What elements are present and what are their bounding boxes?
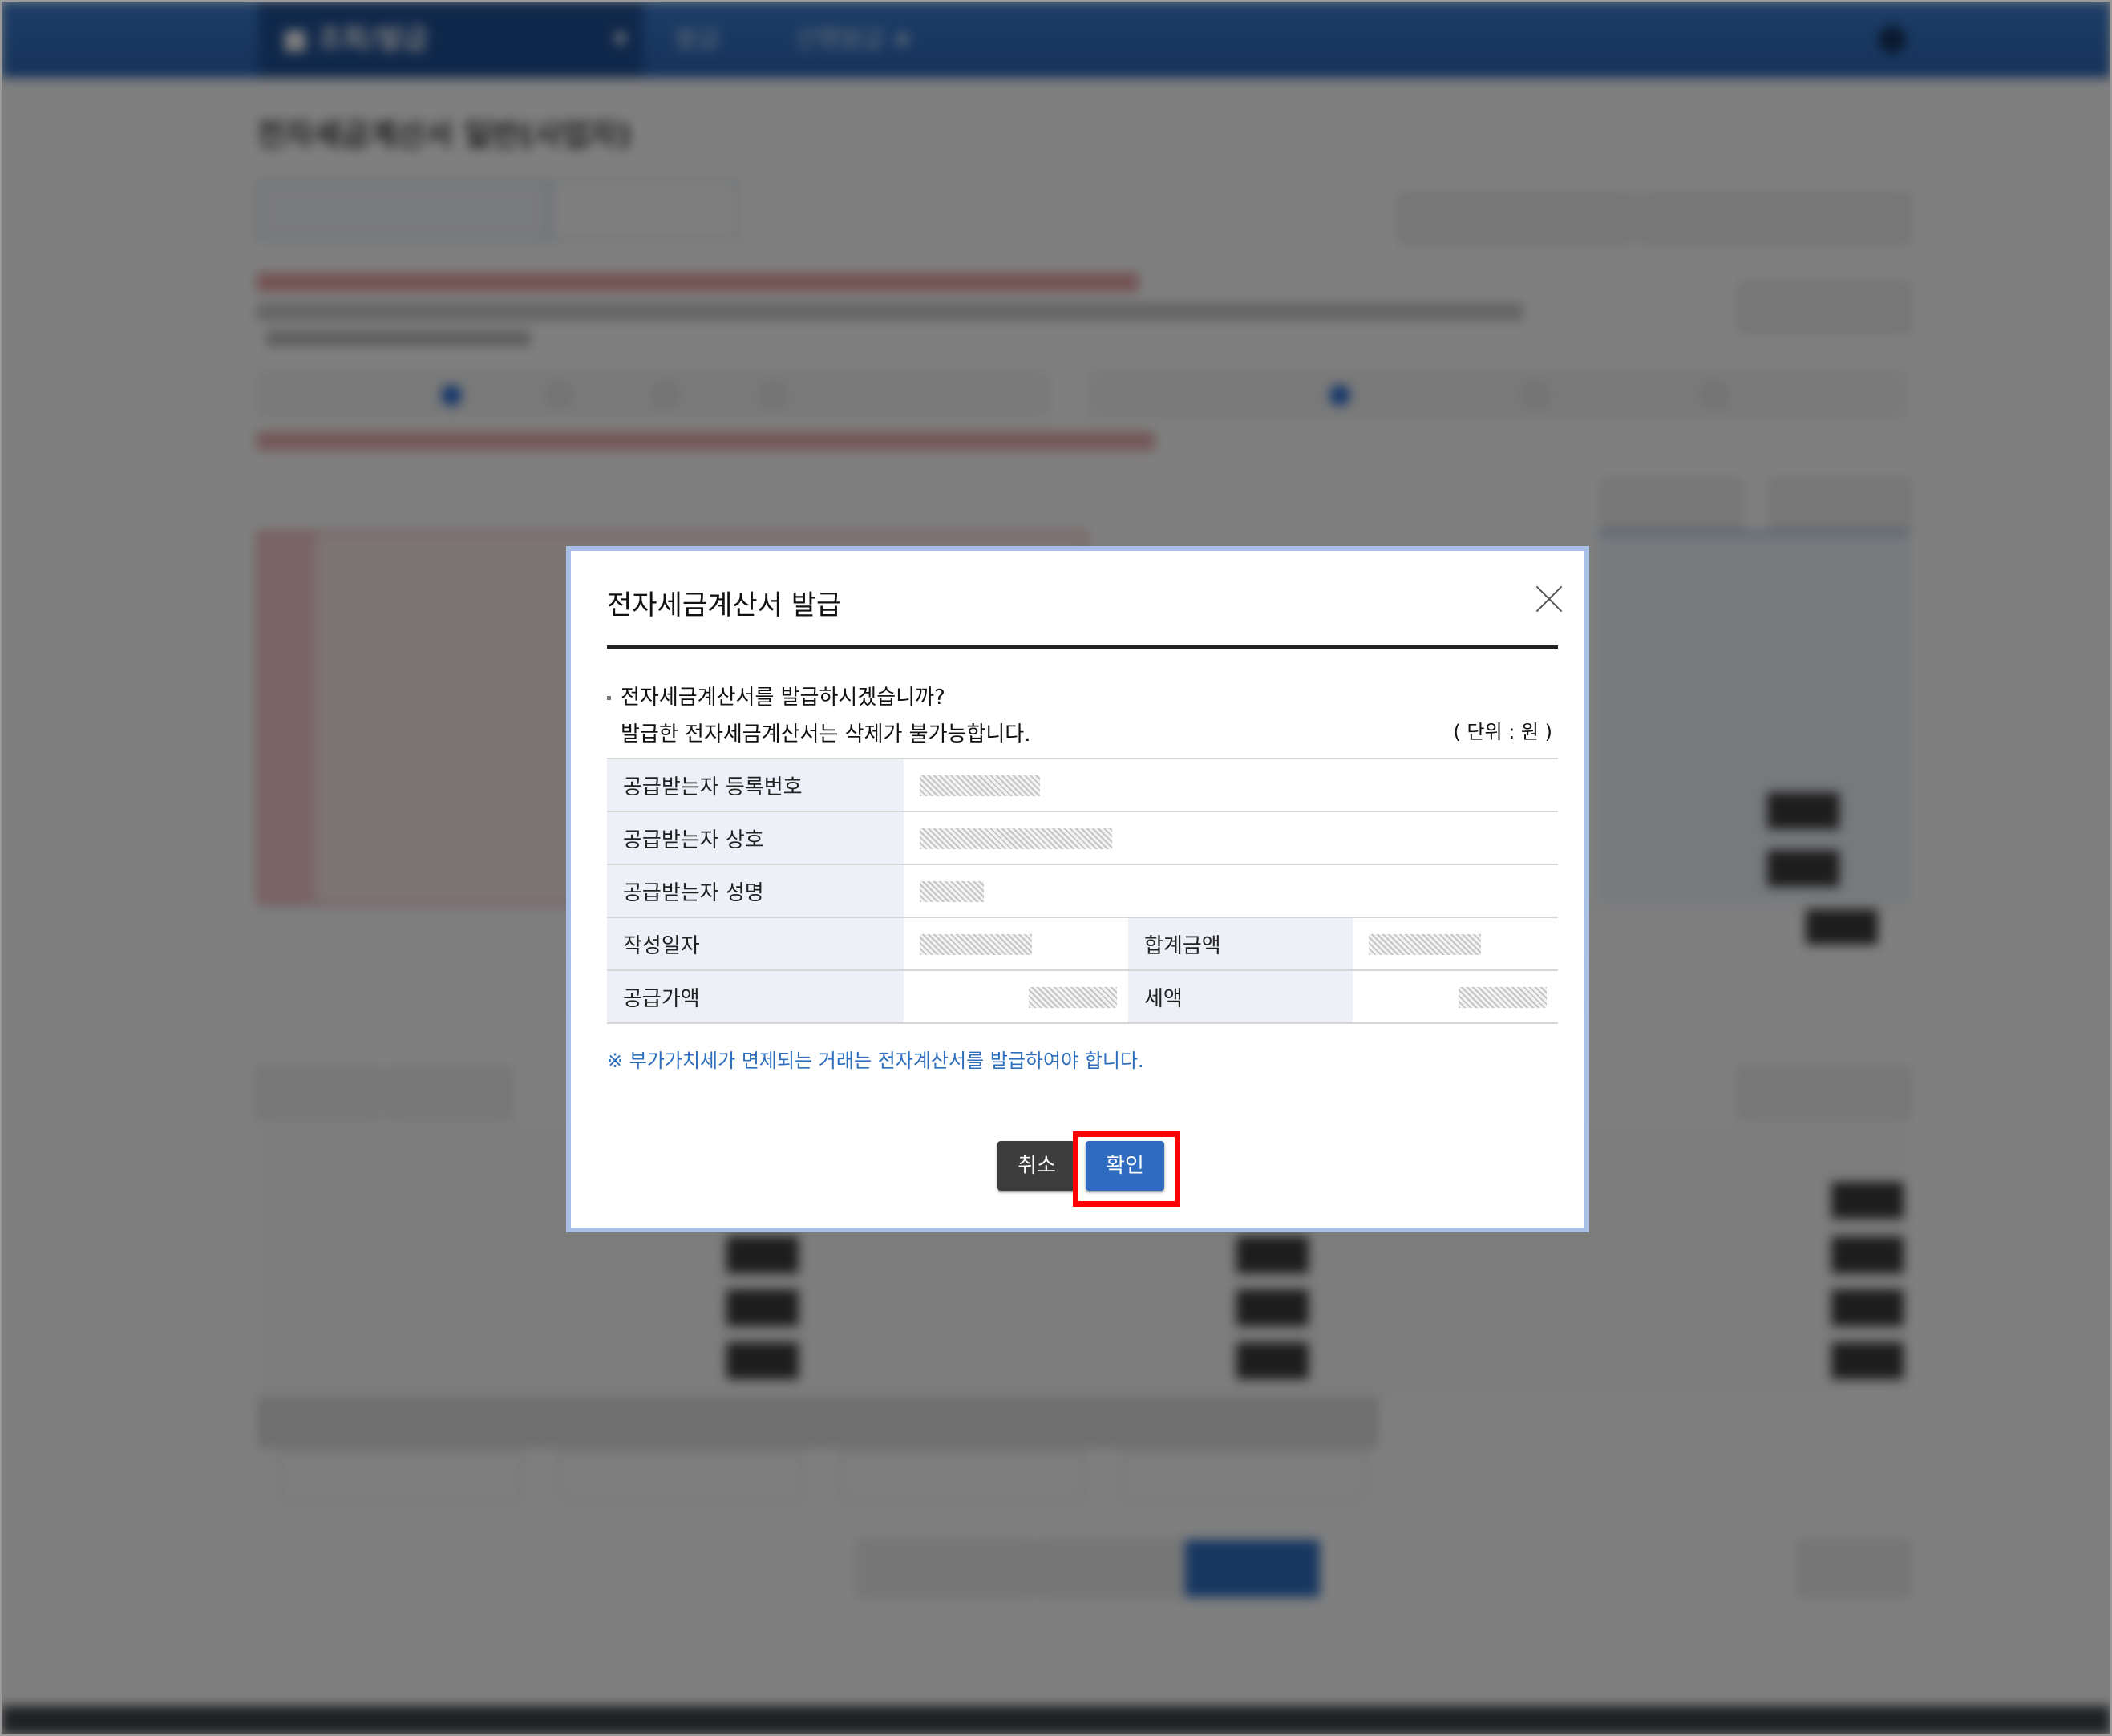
confirm-button-highlight (1073, 1131, 1180, 1207)
close-icon[interactable] (1533, 583, 1565, 615)
masked-value (1369, 933, 1481, 955)
reg-no-value (904, 758, 1558, 812)
company-label: 공급받는자 상호 (607, 811, 904, 865)
name-label: 공급받는자 성명 (607, 864, 904, 918)
cancel-button[interactable]: 취소 (997, 1141, 1076, 1191)
table-row: 공급가액 세액 (607, 969, 1558, 1024)
confirm-question: 전자세금계산서를 발급하시겠습니까? (607, 681, 945, 710)
reg-no-label: 공급받는자 등록번호 (607, 758, 904, 812)
date-value (904, 917, 1128, 971)
tax-exempt-note: ※ 부가가치세가 면제되는 거래는 전자계산서를 발급하여야 합니다. (607, 1050, 1144, 1072)
masked-value (1029, 986, 1117, 1008)
delete-warning: 발급한 전자세금계산서는 삭제가 불가능합니다. (621, 722, 1031, 747)
masked-value (920, 775, 1040, 796)
issue-summary-table: 공급받는자 등록번호 공급받는자 상호 공급받는자 성명 작성일자 합계금액 공… (607, 758, 1558, 1024)
total-label: 합계금액 (1128, 917, 1353, 971)
masked-value (920, 933, 1032, 955)
masked-value (920, 880, 984, 902)
table-row: 작성일자 합계금액 (607, 917, 1558, 971)
unit-label: ( 단위 : 원 ) (1453, 721, 1552, 743)
tax-value (1353, 969, 1558, 1024)
company-value (904, 811, 1558, 865)
confirm-question-text: 전자세금계산서를 발급하시겠습니까? (621, 686, 945, 710)
table-row: 공급받는자 등록번호 (607, 758, 1558, 812)
supply-value (904, 969, 1128, 1024)
masked-value (1459, 986, 1547, 1008)
table-row: 공급받는자 성명 (607, 864, 1558, 918)
issue-confirm-dialog: 전자세금계산서 발급 전자세금계산서를 발급하시겠습니까? 발급한 전자세금계산… (566, 546, 1589, 1232)
name-value (904, 864, 1558, 918)
total-value (1353, 917, 1558, 971)
title-divider (607, 645, 1558, 649)
bullet-icon (607, 696, 611, 700)
app-frame: ■ 조회/발급 ▼ 발급 선행발급 ★ 전자세금계산서 일반(사업자) (0, 0, 2112, 1736)
table-row: 공급받는자 상호 (607, 811, 1558, 865)
dialog-title: 전자세금계산서 발급 (607, 589, 842, 621)
masked-value (920, 828, 1112, 849)
date-label: 작성일자 (607, 917, 904, 971)
tax-label: 세액 (1128, 969, 1353, 1024)
supply-label: 공급가액 (607, 969, 904, 1024)
